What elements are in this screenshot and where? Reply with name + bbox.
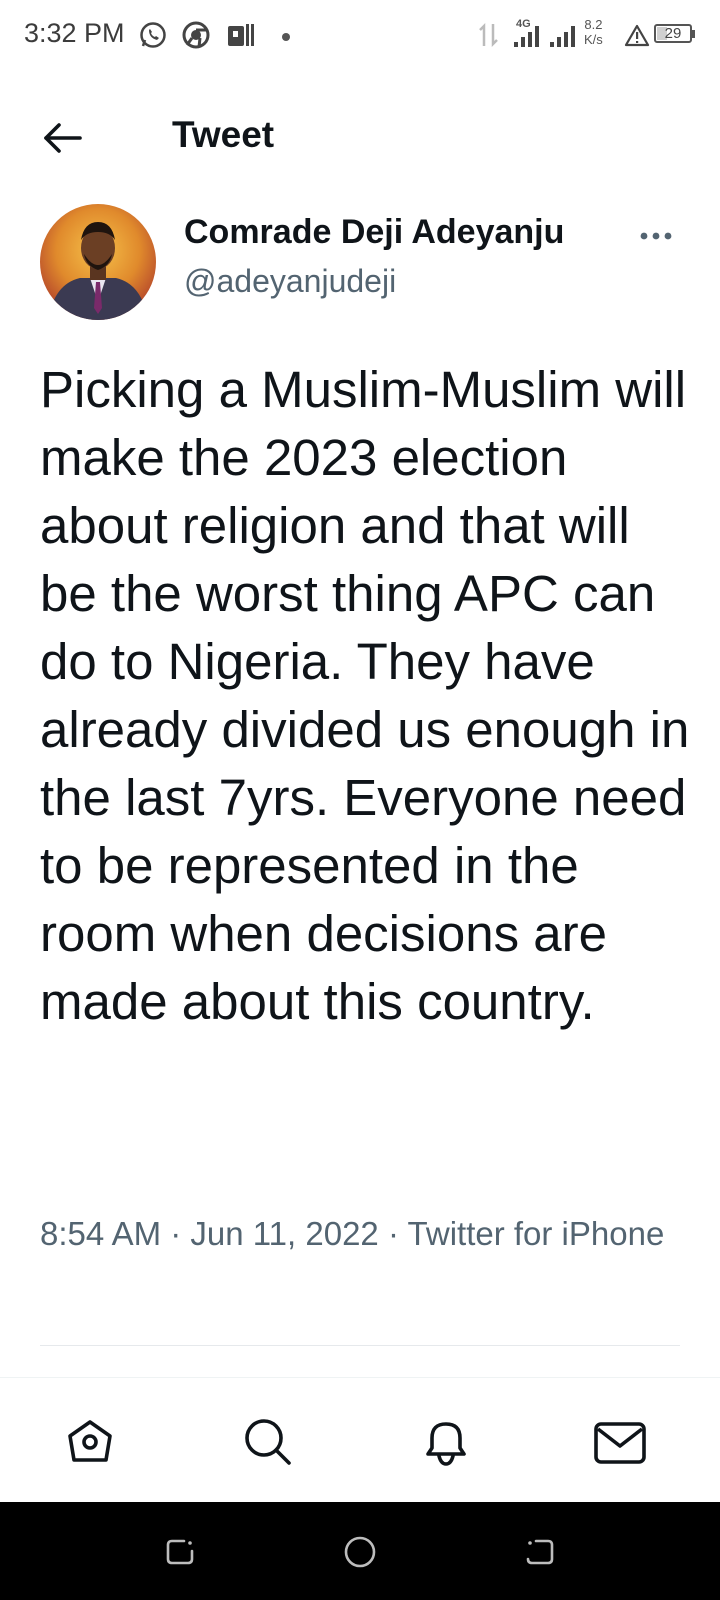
bottom-navigation <box>0 1378 720 1502</box>
dot-icon <box>282 33 290 41</box>
speed-unit: K/s <box>584 32 603 47</box>
warning-icon <box>624 20 650 50</box>
battery-level: 29 <box>664 25 682 42</box>
battery-icon: 29 <box>654 24 692 43</box>
data-arrows-icon <box>478 20 508 50</box>
app-icon <box>226 20 256 50</box>
avatar[interactable] <box>40 204 156 320</box>
back-button[interactable] <box>38 114 86 162</box>
meta-separator-2: · <box>378 1215 408 1252</box>
tweet-time[interactable]: 8:54 AM <box>40 1215 161 1252</box>
tweet-text: Picking a Muslim-Muslim will make the 20… <box>40 361 690 1030</box>
messages-icon <box>594 1422 646 1464</box>
nav-home-button[interactable] <box>58 1410 122 1474</box>
more-icon <box>640 232 672 240</box>
page-title: Tweet <box>172 114 275 155</box>
tweet-metadata: 8:54 AM · Jun 11, 2022 · Twitter for iPh… <box>40 1210 680 1258</box>
divider <box>40 1345 680 1346</box>
notifications-icon <box>426 1422 466 1466</box>
system-home-button[interactable] <box>342 1534 378 1570</box>
home-icon <box>68 1420 112 1462</box>
whatsapp-icon <box>138 20 168 50</box>
meta-separator: · <box>161 1215 191 1252</box>
recent-apps-icon <box>166 1539 194 1565</box>
author-handle[interactable]: @adeyanjudeji <box>184 263 396 300</box>
status-bar: 3:32 PM 4G 8.2 K/s 29 <box>0 0 720 72</box>
home-circle-icon <box>344 1536 376 1568</box>
more-options-button[interactable] <box>636 220 676 252</box>
search-icon <box>245 1419 291 1465</box>
nav-messages-button[interactable] <box>588 1410 652 1474</box>
avatar-image <box>40 204 156 320</box>
tweet-source[interactable]: Twitter for iPhone <box>408 1215 665 1252</box>
top-app-bar: Tweet <box>0 92 720 176</box>
system-back-button[interactable] <box>522 1534 558 1570</box>
signal-icon-2 <box>548 20 580 50</box>
recent-apps-button[interactable] <box>162 1534 198 1570</box>
nav-search-button[interactable] <box>236 1410 300 1474</box>
tweet-date[interactable]: Jun 11, 2022 <box>190 1215 378 1252</box>
chrome-icon <box>181 20 211 50</box>
arrow-left-icon <box>44 123 82 153</box>
author-display-name[interactable]: Comrade Deji Adeyanju <box>184 213 564 252</box>
status-time: 3:32 PM <box>24 18 125 48</box>
nav-notifications-button[interactable] <box>414 1410 478 1474</box>
speed-value: 8.2 <box>584 17 603 32</box>
system-navigation-bar <box>0 1502 720 1600</box>
battery-tip <box>692 30 695 38</box>
network-speed: 8.2 K/s <box>584 17 603 47</box>
signal-icon <box>512 20 544 50</box>
back-icon <box>526 1539 554 1565</box>
